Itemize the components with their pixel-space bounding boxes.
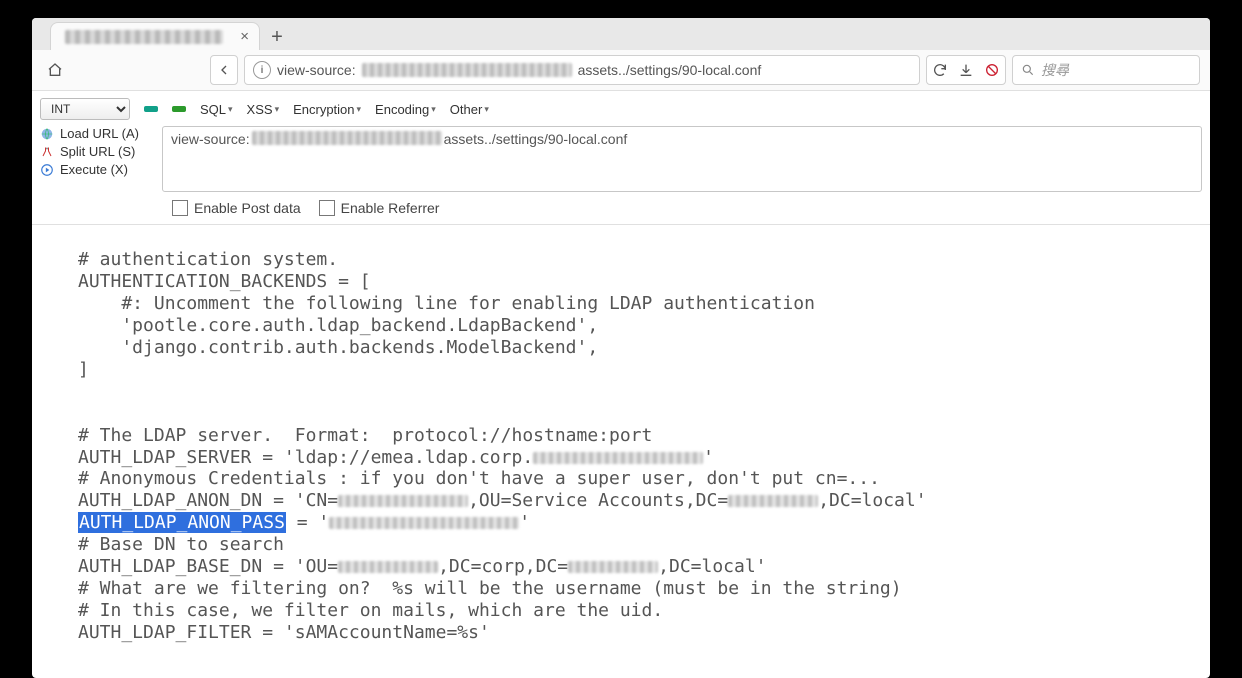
hackbar-menu-row: INT SQL▾ XSS▾ Encryption▾ Encoding▾ Othe… xyxy=(32,91,1210,124)
checkbox-icon xyxy=(319,200,335,216)
url-redacted-host xyxy=(362,63,572,77)
search-icon xyxy=(1021,63,1035,77)
load-url-icon xyxy=(40,127,54,141)
src-line: AUTH_LDAP_ANON_PASS = '' xyxy=(78,512,530,533)
hackbar-url-textarea[interactable]: view-source: assets../settings/90-local.… xyxy=(162,126,1202,192)
page-source-view[interactable]: # authentication system. AUTHENTICATION_… xyxy=(32,225,1210,678)
src-line: AUTH_LDAP_SERVER = 'ldap://emea.ldap.cor… xyxy=(78,447,714,468)
browser-window: × + i view-source: assets../settings/90-… xyxy=(32,18,1210,678)
src-line: # What are we filtering on? %s will be t… xyxy=(78,578,902,599)
reload-icon[interactable] xyxy=(927,57,953,83)
home-icon[interactable] xyxy=(42,57,68,83)
download-icon[interactable] xyxy=(953,57,979,83)
src-line: AUTHENTICATION_BACKENDS = [ xyxy=(78,271,371,292)
src-line: 'django.contrib.auth.backends.ModelBacke… xyxy=(78,337,598,358)
src-line: AUTH_LDAP_BASE_DN = 'OU=,DC=corp,DC=,DC=… xyxy=(78,556,767,577)
src-line: # Base DN to search xyxy=(78,534,284,555)
hackbar-menu-encryption[interactable]: Encryption▾ xyxy=(293,102,361,117)
redacted xyxy=(338,561,438,573)
checkbox-icon xyxy=(172,200,188,216)
src-line: ] xyxy=(78,359,89,380)
highlighted-text: AUTH_LDAP_ANON_PASS xyxy=(78,512,286,533)
split-url-icon xyxy=(40,145,54,159)
execute-icon xyxy=(40,163,54,177)
redacted xyxy=(533,452,703,464)
redacted xyxy=(728,495,818,507)
hackbar-indicator-2 xyxy=(172,106,186,112)
close-icon[interactable]: × xyxy=(240,28,249,45)
toolbar-right xyxy=(926,55,1006,85)
redacted xyxy=(329,517,519,529)
tab-current[interactable]: × xyxy=(50,22,260,50)
nav-back-forward xyxy=(210,55,238,85)
enable-referrer[interactable]: Enable Referrer xyxy=(319,200,440,216)
src-line: AUTH_LDAP_ANON_DN = 'CN=,OU=Service Acco… xyxy=(78,490,927,511)
site-info-icon[interactable]: i xyxy=(253,61,271,79)
hackbar-type-select[interactable]: INT xyxy=(40,98,130,120)
hackbar-split-url[interactable]: Split URL (S) xyxy=(40,144,162,159)
hb-url-prefix: view-source: xyxy=(171,131,250,147)
src-line: # authentication system. xyxy=(78,249,338,270)
address-toolbar: i view-source: assets../settings/90-loca… xyxy=(32,50,1210,91)
src-line xyxy=(78,403,89,424)
hackbar-panel: INT SQL▾ XSS▾ Encryption▾ Encoding▾ Othe… xyxy=(32,91,1210,225)
block-icon[interactable] xyxy=(979,57,1005,83)
url-bar[interactable]: i view-source: assets../settings/90-loca… xyxy=(244,55,920,85)
hackbar-actions: Load URL (A) Split URL (S) Execute (X) xyxy=(40,126,162,177)
hackbar-execute[interactable]: Execute (X) xyxy=(40,162,162,177)
search-box[interactable]: 搜尋 xyxy=(1012,55,1200,85)
src-line: # Anonymous Credentials : if you don't h… xyxy=(78,468,880,489)
hb-url-redacted xyxy=(252,131,442,145)
hackbar-menu-sql[interactable]: SQL▾ xyxy=(200,102,233,117)
search-placeholder: 搜尋 xyxy=(1041,60,1069,80)
src-line: AUTH_LDAP_FILTER = 'sAMAccountName=%s' xyxy=(78,622,490,643)
hackbar-menu-encoding[interactable]: Encoding▾ xyxy=(375,102,436,117)
back-icon[interactable] xyxy=(211,57,237,83)
hackbar-menu-other[interactable]: Other▾ xyxy=(450,102,489,117)
tab-strip: × + xyxy=(32,18,1210,50)
src-line: 'pootle.core.auth.ldap_backend.LdapBacke… xyxy=(78,315,598,336)
redacted xyxy=(568,561,658,573)
url-prefix: view-source: xyxy=(277,62,356,78)
enable-post-data[interactable]: Enable Post data xyxy=(172,200,301,216)
url-suffix: assets../settings/90-local.conf xyxy=(578,62,762,78)
tab-title-redacted xyxy=(65,30,223,44)
hackbar-options-row: Enable Post data Enable Referrer xyxy=(32,196,1210,224)
redacted xyxy=(338,495,468,507)
src-line xyxy=(78,381,89,402)
hackbar-indicator-1 xyxy=(144,106,158,112)
src-line: # In this case, we filter on mails, whic… xyxy=(78,600,663,621)
hackbar-load-url[interactable]: Load URL (A) xyxy=(40,126,162,141)
src-line: #: Uncomment the following line for enab… xyxy=(78,293,815,314)
src-line: # The LDAP server. Format: protocol://ho… xyxy=(78,425,652,446)
hackbar-menu-xss[interactable]: XSS▾ xyxy=(247,102,280,117)
hb-url-suffix: assets../settings/90-local.conf xyxy=(444,131,628,147)
new-tab-button[interactable]: + xyxy=(264,24,290,50)
